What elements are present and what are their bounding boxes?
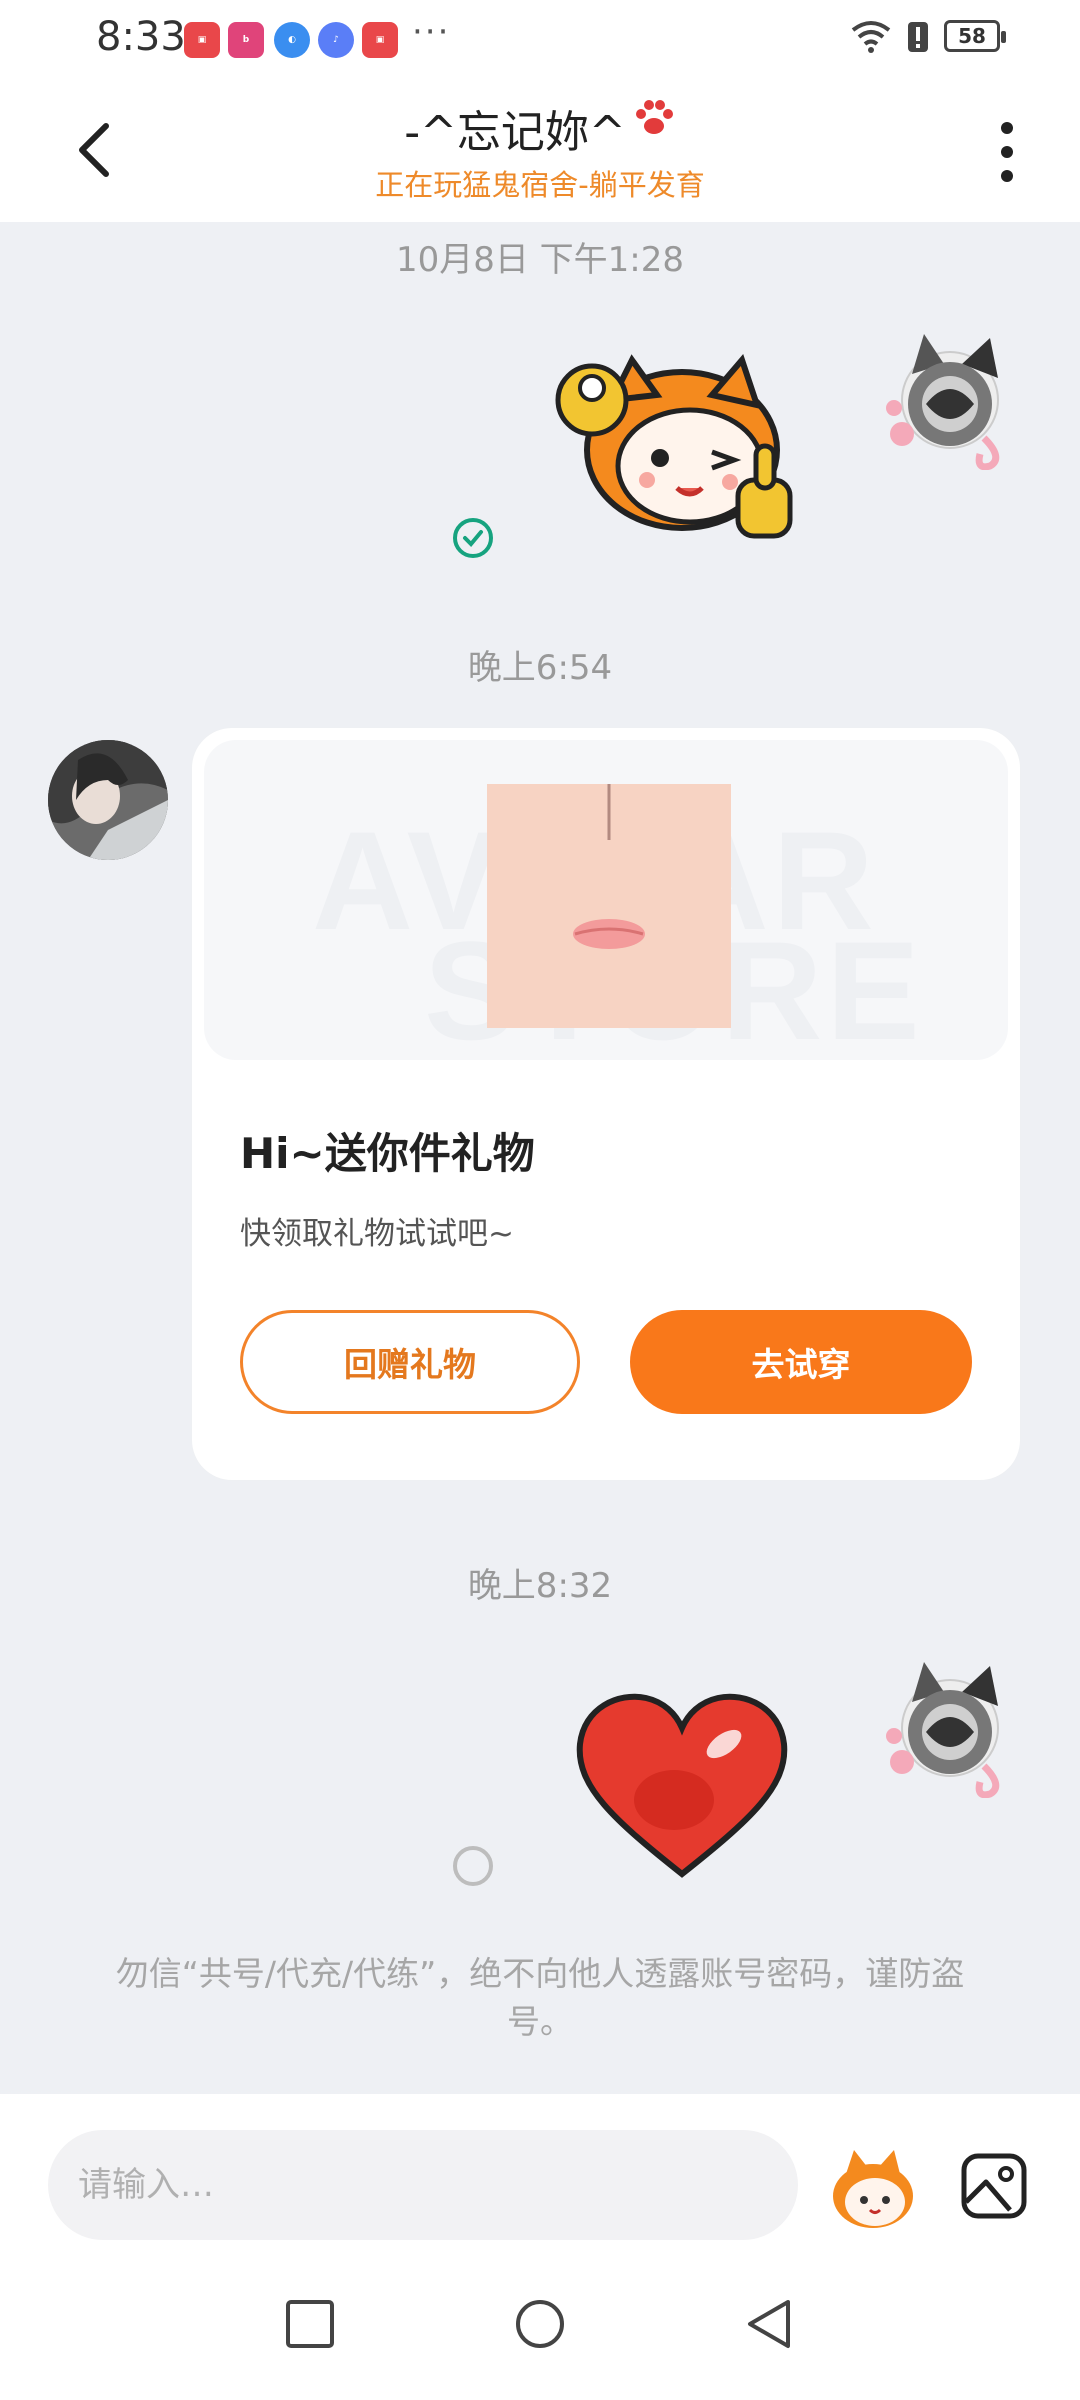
message-timestamp: 晚上8:32 — [467, 1566, 613, 1606]
battery-indicator: 58 — [944, 20, 1006, 52]
wifi-icon — [851, 21, 891, 53]
security-warning: 勿信“共号/代充/代练”，绝不向他人透露账号密码，谨防盗号。 — [115, 1954, 965, 2041]
gift-item-image — [487, 784, 731, 1028]
message-timestamp: 晚上6:54 — [467, 648, 613, 688]
alert-icon — [908, 22, 928, 52]
music-icon: ♪ — [318, 22, 354, 58]
pending-status-icon — [453, 1846, 493, 1886]
friend-avatar[interactable] — [48, 740, 168, 860]
return-gift-button[interactable]: 回赠礼物 — [240, 1310, 580, 1414]
image-picker-icon[interactable] — [958, 2150, 1030, 2222]
try-on-button[interactable]: 去试穿 — [630, 1310, 972, 1414]
browser-icon: ◐ — [274, 22, 310, 58]
system-back-button[interactable] — [740, 2294, 800, 2354]
huawei-store-icon: ▣ — [362, 22, 398, 58]
message-input-bar — [0, 2094, 1080, 2244]
status-bar: 8:33 ▣ b ◐ ♪ ▣ ··· 58 — [0, 0, 1080, 78]
message-input[interactable] — [48, 2130, 798, 2240]
dot-icon — [1001, 122, 1013, 134]
chat-subtitle: 正在玩猛鬼宿舍-躺平发育 — [375, 168, 705, 202]
more-notifications-icon: ··· — [412, 12, 451, 52]
emoji-mascot-icon[interactable] — [828, 2144, 918, 2234]
gift-title: Hi~送你件礼物 — [240, 1129, 535, 1178]
paw-icon — [635, 100, 673, 134]
chat-header: -^忘记妳^ 正在玩猛鬼宿舍-躺平发育 — [0, 78, 1080, 222]
home-button[interactable] — [510, 2294, 570, 2354]
chat-title-text: -^忘记妳^ — [404, 107, 626, 158]
dot-icon — [1001, 170, 1013, 182]
gift-description: 快领取礼物试试吧~ — [240, 1216, 514, 1252]
mascot-thumbs-up-sticker[interactable] — [552, 340, 812, 540]
bilibili-icon: b — [228, 22, 264, 58]
gift-card[interactable]: AVATAR STORE Hi~送你件礼物 快领取礼物试试吧~ 回赠礼物 去试穿 — [192, 728, 1020, 1480]
my-avatar[interactable] — [880, 330, 1020, 470]
heart-sticker[interactable] — [574, 1690, 790, 1880]
chat-title: -^忘记妳^ — [0, 96, 1080, 160]
gift-preview: AVATAR STORE — [204, 740, 1008, 1060]
more-options-button[interactable] — [992, 122, 1022, 182]
sent-check-icon — [453, 518, 493, 558]
my-avatar[interactable] — [880, 1658, 1020, 1798]
message-timestamp: 10月8日 下午1:28 — [395, 240, 685, 280]
status-time: 8:33 — [96, 14, 186, 60]
system-nav-bar — [0, 2244, 1080, 2400]
dot-icon — [1001, 146, 1013, 158]
huawei-store-icon: ▣ — [184, 22, 220, 58]
recent-apps-button[interactable] — [280, 2294, 340, 2354]
